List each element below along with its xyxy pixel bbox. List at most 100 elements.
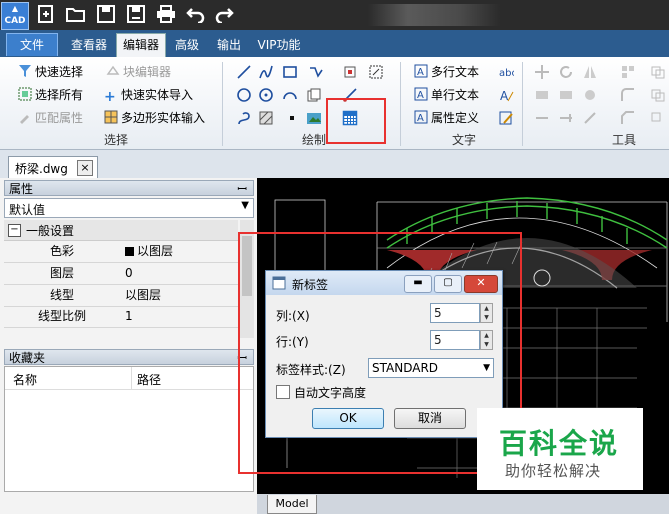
- section-general[interactable]: − 一般设置: [4, 220, 238, 241]
- polyline-icon[interactable]: [258, 64, 274, 80]
- select-group-label: 选择: [104, 133, 129, 147]
- array-icon[interactable]: [620, 64, 636, 80]
- chamfer-icon[interactable]: [620, 110, 636, 126]
- polyline-arrow-icon[interactable]: [308, 64, 324, 80]
- property-row[interactable]: 图层 0: [4, 263, 238, 285]
- arc-icon[interactable]: [282, 87, 298, 103]
- extend-icon[interactable]: [558, 110, 574, 126]
- tab-editor[interactable]: 编辑器: [116, 33, 166, 57]
- pin-icon[interactable]: ꟷ: [237, 181, 247, 197]
- model-tab[interactable]: Model: [267, 495, 317, 514]
- layer-icon[interactable]: [650, 64, 666, 80]
- block-editor-button[interactable]: 块编辑器: [106, 62, 171, 82]
- rows-stepper[interactable]: ▲ ▼: [480, 330, 493, 350]
- minimize-button[interactable]: ▬: [404, 275, 432, 293]
- ungroup-icon[interactable]: [650, 110, 666, 126]
- redo-icon[interactable]: [214, 5, 234, 25]
- auto-text-height-checkbox[interactable]: [276, 385, 290, 399]
- table-style-label: 标签样式:(Z): [276, 363, 346, 377]
- new-file-icon[interactable]: [36, 5, 56, 25]
- hatch-select-icon[interactable]: [368, 64, 384, 80]
- chevron-down-icon: ▼: [241, 200, 249, 211]
- print-icon[interactable]: [156, 5, 176, 25]
- svg-text:abc: abc: [499, 68, 514, 79]
- attribute-definition-button[interactable]: A 属性定义: [414, 108, 479, 128]
- draw-group-label: 绘制: [302, 133, 327, 147]
- document-tab[interactable]: 桥梁.dwg ×: [8, 156, 98, 179]
- svg-text:A: A: [417, 67, 424, 78]
- column-name-header[interactable]: 名称: [13, 371, 37, 388]
- mirror-icon[interactable]: [582, 64, 598, 80]
- tab-output[interactable]: 输出: [212, 35, 246, 55]
- collapse-icon[interactable]: −: [8, 224, 21, 237]
- save-icon[interactable]: [96, 5, 116, 25]
- stretch-icon[interactable]: [534, 87, 550, 103]
- line-icon[interactable]: [236, 64, 252, 80]
- property-name: 图层: [49, 266, 74, 280]
- rows-input[interactable]: 5: [430, 330, 480, 350]
- properties-scrollbar[interactable]: [240, 220, 254, 338]
- ray-icon[interactable]: [342, 87, 358, 103]
- explode-icon[interactable]: [582, 87, 598, 103]
- property-row[interactable]: 线型比例 1: [4, 306, 238, 328]
- columns-input[interactable]: 5: [430, 303, 480, 323]
- table-icon[interactable]: [342, 110, 358, 126]
- move-icon[interactable]: [534, 64, 550, 80]
- select-all-button[interactable]: 选择所有: [18, 85, 83, 105]
- rotate-icon[interactable]: [558, 64, 574, 80]
- tab-file[interactable]: 文件: [6, 33, 58, 56]
- columns-stepper[interactable]: ▲ ▼: [480, 303, 493, 323]
- block-insert-icon[interactable]: [342, 64, 358, 80]
- ok-button[interactable]: OK: [312, 408, 384, 429]
- point-icon[interactable]: [284, 110, 300, 126]
- hatch-icon[interactable]: [258, 110, 274, 126]
- watermark-subtitle: 助你轻松解决: [505, 462, 602, 480]
- save-as-icon[interactable]: [126, 5, 146, 25]
- match-properties-button[interactable]: 匹配属性: [18, 108, 83, 128]
- close-tab-icon[interactable]: ×: [77, 160, 93, 176]
- quick-select-button[interactable]: 快速选择: [18, 62, 83, 82]
- open-folder-icon[interactable]: [66, 5, 86, 25]
- property-filter-select[interactable]: 默认值 ▼: [4, 198, 254, 218]
- image-insert-icon[interactable]: [306, 110, 322, 126]
- property-row[interactable]: 色彩 以图层: [4, 241, 238, 263]
- property-value[interactable]: 0: [122, 263, 238, 284]
- cancel-button[interactable]: 取消: [394, 408, 466, 429]
- maximize-button[interactable]: ▢: [434, 275, 462, 293]
- multiline-text-button[interactable]: A 多行文本: [414, 62, 479, 82]
- fillet-icon[interactable]: [620, 87, 636, 103]
- close-button[interactable]: ✕: [464, 275, 498, 293]
- property-value[interactable]: 以图层: [122, 285, 238, 306]
- text-style-icon[interactable]: abc: [498, 64, 514, 80]
- property-value[interactable]: 以图层: [122, 241, 238, 262]
- single-line-text-button[interactable]: A 单行文本: [414, 85, 479, 105]
- rectangle-icon[interactable]: [282, 64, 298, 80]
- tab-advanced[interactable]: 高级: [170, 35, 204, 55]
- tab-vip[interactable]: VIP功能: [254, 35, 304, 55]
- app-logo-icon[interactable]: ▲ CAD: [1, 2, 29, 30]
- polygon-entity-input-button[interactable]: 多边形实体输入: [104, 108, 205, 128]
- table-style-select[interactable]: STANDARD ▼: [368, 358, 494, 378]
- text-pen-icon[interactable]: [498, 110, 514, 126]
- window-title: [368, 4, 500, 26]
- offset-icon[interactable]: [582, 110, 598, 126]
- column-path-header[interactable]: 路径: [137, 371, 161, 388]
- copy-entity-icon[interactable]: [306, 87, 322, 103]
- columns-label: 列:(X): [276, 309, 310, 323]
- trim-icon[interactable]: [534, 110, 550, 126]
- spline-icon[interactable]: [236, 110, 252, 126]
- tab-viewer[interactable]: 查看器: [66, 35, 112, 55]
- property-name: 线型: [49, 288, 74, 302]
- scale-icon[interactable]: [558, 87, 574, 103]
- group-icon[interactable]: [650, 87, 666, 103]
- property-row[interactable]: 线型 以图层: [4, 285, 238, 307]
- pin-icon[interactable]: ꟷ: [237, 350, 247, 366]
- circle-3p-icon[interactable]: [258, 87, 274, 103]
- circle-icon[interactable]: [236, 87, 252, 103]
- dialog-title-bar[interactable]: 新标签 ▬ ▢ ✕: [266, 271, 502, 295]
- property-value[interactable]: 1: [122, 306, 238, 327]
- quick-entity-import-button[interactable]: + 快速实体导入: [104, 85, 193, 105]
- scrollbar-thumb[interactable]: [242, 236, 252, 296]
- text-edit-icon[interactable]: A: [498, 87, 514, 103]
- undo-icon[interactable]: [186, 5, 206, 25]
